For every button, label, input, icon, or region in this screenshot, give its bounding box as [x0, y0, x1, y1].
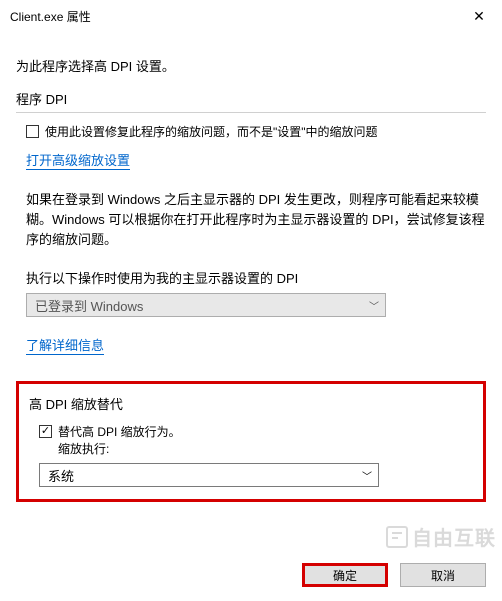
check-icon: ✓	[41, 426, 50, 437]
close-button[interactable]: ✕	[456, 0, 502, 32]
high-dpi-override-section: 高 DPI 缩放替代 ✓ 替代高 DPI 缩放行为。 缩放执行: 系统 ﹀	[16, 381, 486, 502]
when-select: 已登录到 Windows ﹀	[26, 293, 386, 317]
checkbox-icon	[26, 125, 39, 138]
fix-scaling-checkbox-label: 使用此设置修复此程序的缩放问题，而不是"设置"中的缩放问题	[45, 123, 378, 140]
ok-button-label: 确定	[333, 567, 357, 584]
checkbox-icon: ✓	[39, 425, 52, 438]
fix-scaling-checkbox-row[interactable]: 使用此设置修复此程序的缩放问题，而不是"设置"中的缩放问题	[26, 123, 486, 140]
when-label: 执行以下操作时使用为我的主显示器设置的 DPI	[26, 268, 486, 287]
override-checkbox-label: 替代高 DPI 缩放行为。	[58, 423, 181, 440]
ok-button[interactable]: 确定	[302, 563, 388, 587]
dialog-content: 为此程序选择高 DPI 设置。 程序 DPI 使用此设置修复此程序的缩放问题，而…	[0, 32, 502, 502]
program-dpi-label: 程序 DPI	[16, 89, 486, 108]
titlebar: Client.exe 属性 ✕	[0, 0, 502, 32]
override-checkbox-texts: 替代高 DPI 缩放行为。 缩放执行:	[58, 423, 181, 457]
override-checkbox-row[interactable]: ✓ 替代高 DPI 缩放行为。 缩放执行:	[39, 423, 473, 457]
watermark-text: 自由互联	[412, 522, 496, 551]
intro-text: 为此程序选择高 DPI 设置。	[16, 56, 486, 75]
cancel-button-label: 取消	[431, 567, 455, 584]
close-icon: ✕	[473, 8, 485, 25]
learn-more-link[interactable]: 了解详细信息	[26, 335, 104, 355]
open-advanced-scaling-link[interactable]: 打开高级缩放设置	[26, 150, 130, 170]
chevron-down-icon: ﹀	[369, 298, 379, 313]
scaling-select-value: 系统	[48, 466, 74, 485]
divider	[16, 112, 486, 113]
watermark-icon	[386, 526, 408, 548]
watermark: 自由互联	[386, 522, 496, 551]
program-dpi-section: 程序 DPI 使用此设置修复此程序的缩放问题，而不是"设置"中的缩放问题 打开高…	[16, 89, 486, 365]
cancel-button[interactable]: 取消	[400, 563, 486, 587]
chevron-down-icon: ﹀	[362, 468, 372, 483]
scaling-performed-by-select[interactable]: 系统 ﹀	[39, 463, 379, 487]
program-dpi-body: 使用此设置修复此程序的缩放问题，而不是"设置"中的缩放问题 打开高级缩放设置 如…	[26, 123, 486, 365]
dialog-footer: 确定 取消	[302, 563, 486, 587]
override-label: 高 DPI 缩放替代	[29, 394, 473, 413]
program-dpi-description: 如果在登录到 Windows 之后主显示器的 DPI 发生更改，则程序可能看起来…	[26, 190, 486, 250]
window-title: Client.exe 属性	[10, 8, 456, 25]
when-select-value: 已登录到 Windows	[35, 296, 143, 315]
override-sublabel: 缩放执行:	[58, 440, 181, 457]
